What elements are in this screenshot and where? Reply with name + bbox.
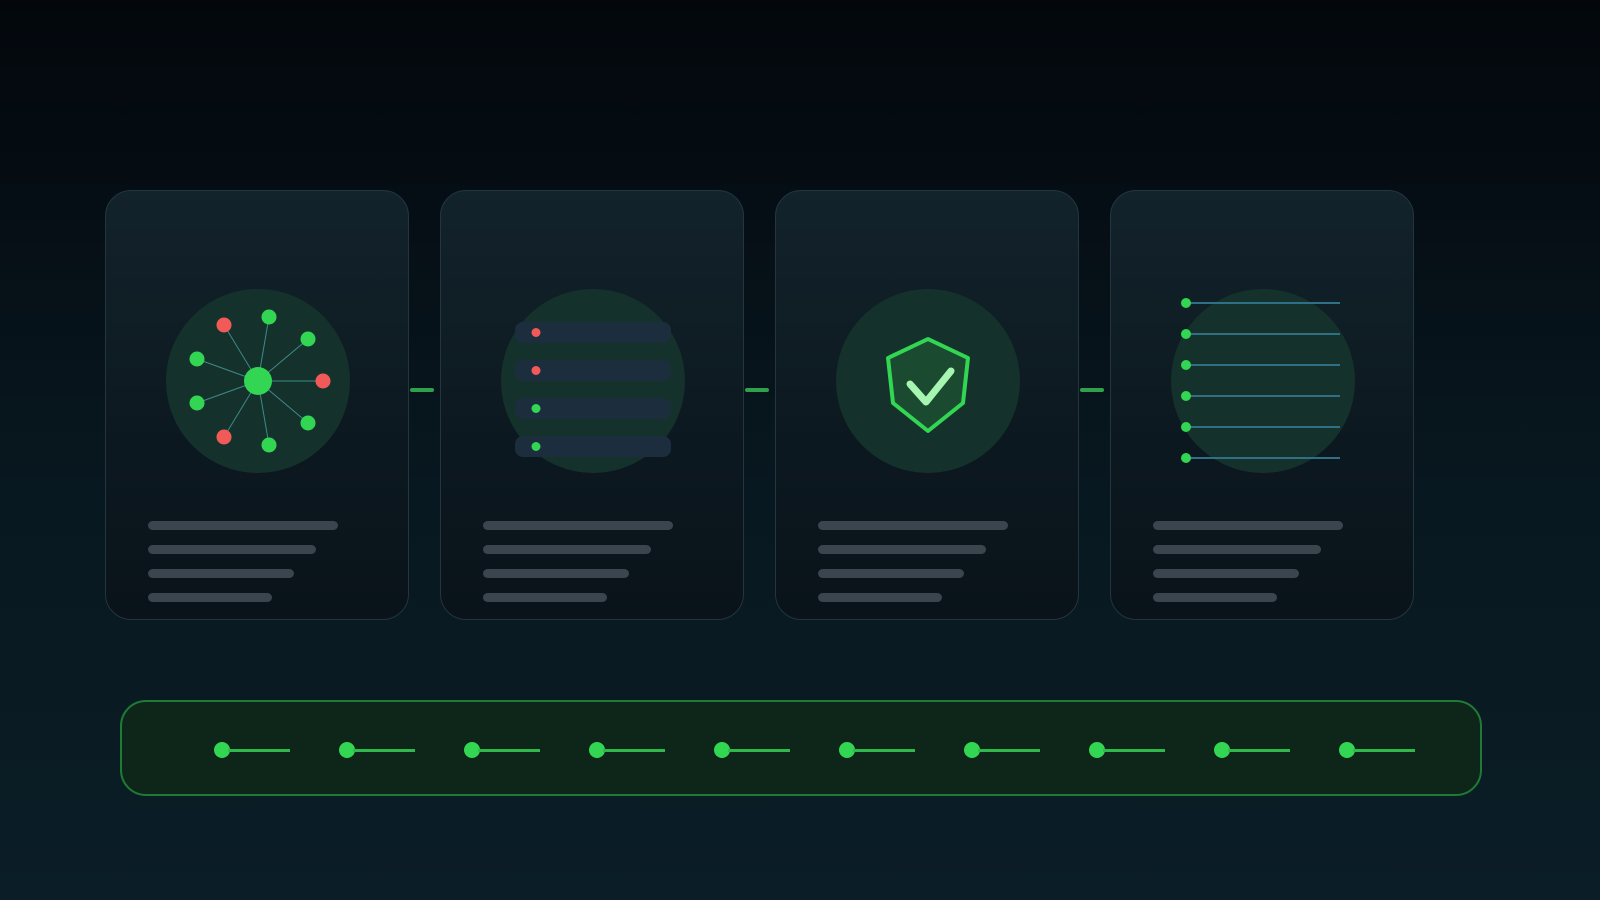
step-marker: [964, 742, 1044, 758]
timeline-card: [1110, 190, 1414, 620]
step-marker: [1214, 742, 1294, 758]
shield-card: [775, 190, 1079, 620]
text-placeholder: [1153, 521, 1343, 617]
step-marker: [339, 742, 419, 758]
step-progress-bar: [120, 700, 1482, 796]
step-marker: [1089, 742, 1169, 758]
step-marker: [1339, 742, 1419, 758]
step-marker: [589, 742, 669, 758]
list-card: [440, 190, 744, 620]
connector-line: [1080, 388, 1104, 392]
step-marker: [464, 742, 544, 758]
step-marker: [214, 742, 294, 758]
text-placeholder: [818, 521, 1008, 617]
connector-line: [410, 388, 434, 392]
text-placeholder: [148, 521, 338, 617]
diagram-canvas: [0, 0, 1600, 900]
step-marker: [839, 742, 919, 758]
network-card: [105, 190, 409, 620]
text-placeholder: [483, 521, 673, 617]
step-marker: [714, 742, 794, 758]
connector-line: [745, 388, 769, 392]
